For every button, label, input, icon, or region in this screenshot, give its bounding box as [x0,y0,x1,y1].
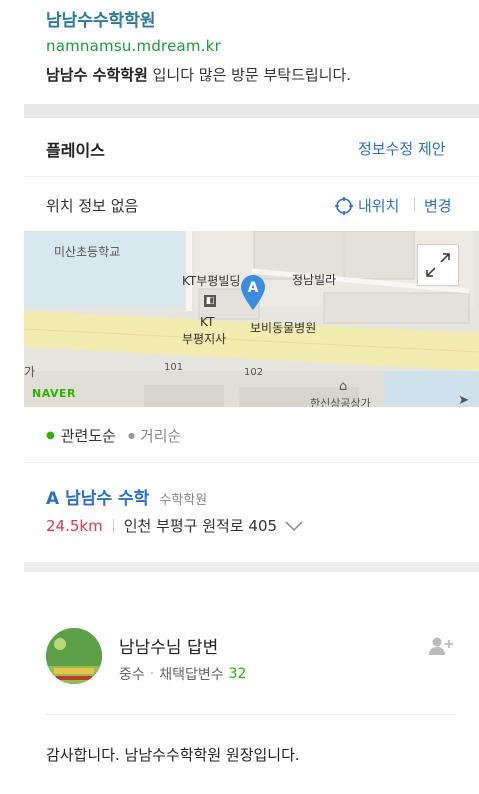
avatar-image [46,628,102,684]
location-status: 위치 정보 없음 [46,197,139,215]
map-label-school: 미산초등학교 [54,245,121,259]
map-pin-label: A [247,280,259,296]
expand-map-button[interactable] [417,244,459,286]
location-arrow-icon: ➤ [458,393,469,407]
my-location-label: 내위치 [358,197,400,215]
separator [414,198,415,212]
site-url[interactable]: namnamsu.mdream.kr [46,37,221,55]
site-title-link[interactable]: 남남수수학학원 [46,6,155,31]
change-location-link[interactable]: 변경 [424,195,452,216]
map-label-villa: 정남빌라 [292,273,337,287]
place-result-title[interactable]: A 남남수 수학 수학학원 [46,484,207,509]
section-divider [24,562,479,572]
answer-body: 감사합니다. 남남수수학학원 원장입니다. [46,746,300,764]
result-info: 24.5km 인천 부평구 원적로 405 [46,515,305,536]
desc-rest: 입니다 많은 방문 부탁드립니다. [147,66,352,84]
map-label-kt-building: KT부평빌딩 [182,274,241,288]
section-divider [24,104,479,118]
divider [24,176,479,177]
expand-arrows-icon [426,253,450,277]
desc-bold: 남남수 수학학원 [46,66,148,84]
map-label-bottom: 한신상공상가 [310,397,371,407]
map-road-101: 101 [164,362,184,373]
answer-author[interactable]: 남남수님 답변 [119,633,218,658]
answer-meta: 중수 · 채택답변수 32 [119,666,247,683]
map-label-hospital: 보비동물병원 [250,321,317,335]
divider [46,714,456,715]
map-label-kt-branch-2: 부평지사 [182,332,227,346]
divider [24,462,479,463]
naver-logo: NAVER [32,387,76,400]
suggest-edit-link[interactable]: 정보수정 제안 [358,138,446,159]
place-section-title: 플레이스 [46,141,105,160]
map-view[interactable]: 미산초등학교 KT부평빌딩 정남빌라 ◧ KT 부평지사 보비동물병원 101 … [24,231,479,407]
chevron-down-icon[interactable] [283,519,305,533]
result-distance: 24.5km [46,516,103,535]
sort-relevance[interactable]: 관련도순 [61,425,116,446]
map-label-kt-branch-1: KT [200,315,215,329]
result-category: 수학학원 [159,493,208,508]
sort-options: ● 관련도순 ● 거리순 [46,425,182,446]
avatar[interactable] [46,628,102,684]
map-label-left: 가 [24,365,36,379]
map-road-102: 102 [244,367,264,378]
sort-distance[interactable]: 거리순 [140,425,181,446]
my-location-button[interactable]: 내위치 [334,195,399,216]
answer-count: 32 [228,666,247,682]
site-listing: 남남수수학학원 namnamsu.mdream.kr 남남수 수학학원 입니다 … [0,0,479,102]
result-address: 인천 부평구 원적로 405 [123,517,278,535]
add-person-icon[interactable] [428,636,454,656]
result-name: 남남수 수학 [65,489,150,509]
site-description: 남남수 수학학원 입니다 많은 방문 부탁드립니다. [46,64,351,85]
crosshair-icon [335,196,353,215]
answer-count-label: 채택답변수 [159,667,224,683]
building-icon: ◧ [204,295,216,307]
result-marker: A [46,489,60,509]
shopping-icon: ⌂ [339,379,348,394]
answer-rank: 중수 [119,667,145,683]
